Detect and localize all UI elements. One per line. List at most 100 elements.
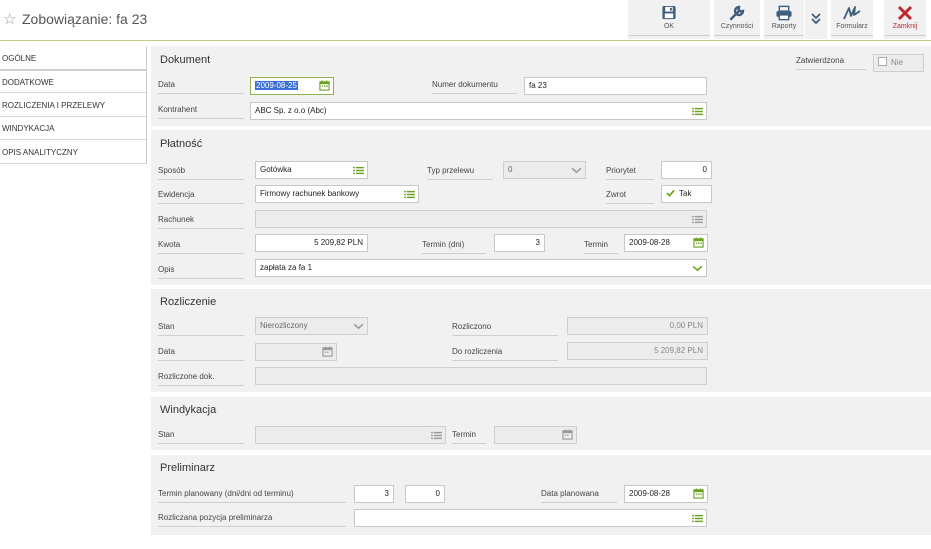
stan-label: Stan <box>158 429 244 444</box>
star-icon[interactable]: ☆ <box>3 10 16 28</box>
checkmark-icon <box>666 189 675 197</box>
list-icon[interactable] <box>353 166 364 175</box>
rachunek-input[interactable] <box>255 210 707 228</box>
rozliczone-dok-label: Rozliczone dok. <box>158 371 244 386</box>
kontrahent-label: Kontrahent <box>158 104 244 119</box>
dokument-section: Dokument Data 2009-08-25 Numer dokumentu… <box>151 46 931 126</box>
checkbox-icon <box>878 57 887 66</box>
typ-przelewu-label: Typ przelewu <box>427 165 493 180</box>
section-title: Windykacja <box>160 404 217 416</box>
sidebar-item-windykacja[interactable]: WINDYKACJA <box>0 117 146 140</box>
zwrot-label: Zwrot <box>606 189 654 204</box>
windykacja-section: Windykacja Stan Termin <box>151 397 931 450</box>
data-planowana-input[interactable]: 2009-08-28 <box>624 485 708 503</box>
section-title: Rozliczenie <box>160 296 217 308</box>
sposob-label: Sposób <box>158 165 244 180</box>
zwrot-checkbox[interactable]: Tak <box>661 185 712 203</box>
rozliczenie-section: Rozliczenie Stan Nierozliczony Rozliczon… <box>151 289 931 392</box>
do-rozliczenia-value: 5 209,82 PLN <box>567 342 708 360</box>
data-input[interactable]: 2009-08-25 <box>250 77 334 95</box>
section-title: Dokument <box>160 54 211 66</box>
sposob-input[interactable]: Gotówka <box>255 161 368 179</box>
rozliczana-pozycja-input[interactable] <box>354 509 707 527</box>
stan-input[interactable] <box>255 426 446 444</box>
sidebar-item-label: ROZLICZENIA I PRZELEWY <box>2 101 106 110</box>
stan-label: Stan <box>158 321 244 336</box>
preliminarz-section: Preliminarz Termin planowany (dni/dni od… <box>151 455 931 535</box>
sidebar-item-dodatkowe[interactable]: DODATKOWE <box>0 70 146 93</box>
save-icon <box>662 5 676 20</box>
czynnosci-button[interactable]: Czynności <box>714 0 760 39</box>
termin-input[interactable]: 2009-08-28 <box>624 234 708 252</box>
platnosc-section: Płatność Sposób Gotówka Typ przelewu 0 P… <box>151 130 931 285</box>
calendar-icon[interactable] <box>322 346 333 357</box>
rozliczone-dok-input <box>255 367 707 385</box>
formularz-button[interactable]: Formularz <box>831 0 873 39</box>
raporty-label: Raporty <box>764 21 804 36</box>
typ-przelewu-select[interactable]: 0 <box>503 161 586 179</box>
do-rozliczenia-label: Do rozliczenia <box>452 346 558 361</box>
list-icon[interactable] <box>404 190 415 199</box>
numer-input[interactable]: fa 23 <box>524 77 707 95</box>
kontrahent-input[interactable]: ABC Sp. z o.o (Abc) <box>250 102 707 120</box>
zatwierdzona-label: Zatwierdzona <box>796 55 866 70</box>
calendar-icon[interactable] <box>693 237 704 248</box>
data-label: Data <box>158 346 244 361</box>
list-icon[interactable] <box>692 107 703 116</box>
calendar-icon[interactable] <box>562 429 573 440</box>
termin-label: Termin <box>452 429 486 444</box>
termin-planowany-od-terminu-input[interactable]: 0 <box>405 485 445 503</box>
zatwierdzona-checkbox[interactable]: Nie <box>873 54 924 72</box>
termin-planowany-label: Termin planowany (dni/dni od terminu) <box>158 488 346 503</box>
zamknij-label: Zamknij <box>884 21 926 36</box>
stan-select[interactable]: Nierozliczony <box>255 317 368 335</box>
opis-label: Opis <box>158 264 244 279</box>
double-chevron-down-icon <box>811 13 821 25</box>
data-planowana-label: Data planowana <box>541 488 617 503</box>
priorytet-label: Priorytet <box>606 165 654 180</box>
chevron-down-icon <box>692 265 703 272</box>
sidebar-item-ogolne[interactable]: OGÓLNE <box>0 47 146 70</box>
sidebar-item-label: DODATKOWE <box>2 78 54 87</box>
data-label: Data <box>158 79 244 94</box>
termin-dni-input[interactable]: 3 <box>494 234 545 252</box>
zamknij-button[interactable]: Zamknij <box>884 0 926 39</box>
formularz-label: Formularz <box>831 21 873 36</box>
kwota-input[interactable]: 5 209,82 PLN <box>255 234 368 252</box>
list-icon[interactable] <box>692 215 703 224</box>
signature-icon <box>843 6 861 20</box>
sidebar-item-rozliczenia[interactable]: ROZLICZENIA I PRZELEWY <box>0 94 146 117</box>
opis-select[interactable]: zapłata za fa 1 <box>255 259 707 277</box>
termin-dni-label: Termin (dni) <box>422 239 486 254</box>
data-input[interactable] <box>255 343 337 361</box>
kwota-label: Kwota <box>158 239 244 254</box>
termin-planowany-dni-input[interactable]: 3 <box>354 485 394 503</box>
sidebar-divider <box>146 46 147 164</box>
sidebar-item-opis-analityczny[interactable]: OPIS ANALITYCZNY <box>0 141 146 164</box>
sidebar-item-label: WINDYKACJA <box>2 124 55 133</box>
wrench-icon <box>729 5 745 21</box>
rachunek-label: Rachunek <box>158 214 244 229</box>
ewidencja-label: Ewidencja <box>158 189 244 204</box>
ewidencja-input[interactable]: Firmowy rachunek bankowy <box>255 185 419 203</box>
calendar-icon[interactable] <box>693 488 704 499</box>
termin-label: Termin <box>584 239 618 254</box>
section-title: Płatność <box>160 138 203 150</box>
printer-icon <box>776 5 792 21</box>
sidebar-item-label: OPIS ANALITYCZNY <box>2 148 79 157</box>
priorytet-input[interactable]: 0 <box>661 161 712 179</box>
ok-button[interactable]: OK <box>628 0 710 39</box>
rozliczono-value: 0,00 PLN <box>567 317 708 335</box>
chevron-down-icon <box>571 167 582 174</box>
numer-label: Numer dokumentu <box>432 79 517 94</box>
list-icon[interactable] <box>431 431 442 440</box>
termin-input[interactable] <box>494 426 577 444</box>
rozliczana-pozycja-label: Rozliczana pozycja preliminarza <box>158 512 346 527</box>
list-icon[interactable] <box>692 514 703 523</box>
raporty-button[interactable]: Raporty <box>764 0 804 39</box>
calendar-icon[interactable] <box>319 80 330 91</box>
more-button[interactable] <box>805 0 827 39</box>
close-icon <box>897 5 913 21</box>
page-title: Zobowiązanie: fa 23 <box>22 11 148 27</box>
rozliczono-label: Rozliczono <box>452 321 558 336</box>
